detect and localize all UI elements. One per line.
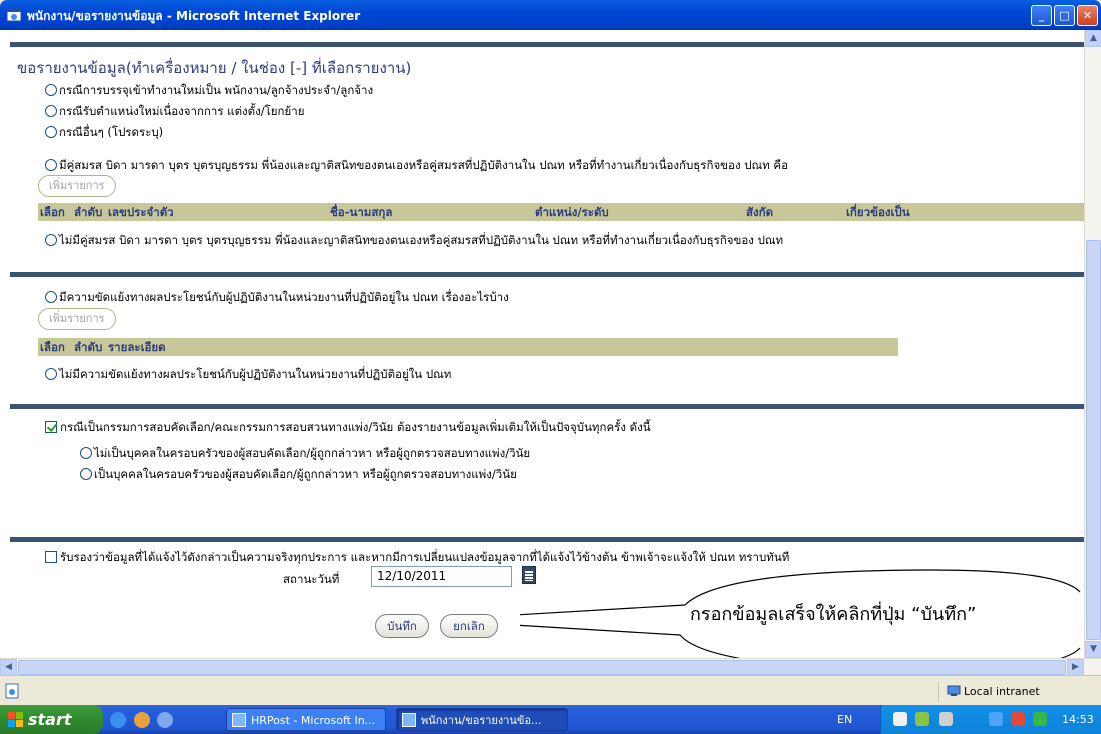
section-divider: [10, 537, 1084, 542]
ie-icon: [6, 8, 22, 22]
option-not-family[interactable]: ไม่เป็นบุคคลในครอบครัวของผู้สอบคัดเลือก/…: [80, 445, 530, 463]
option-no-conflict[interactable]: ไม่มีความขัดแย้งทางผลประโยชน์กับผู้ปฏิบั…: [45, 366, 451, 384]
tray-alert-icon[interactable]: [1011, 712, 1025, 726]
section-divider: [10, 42, 1084, 47]
page-heading: ขอรายงานข้อมูล(ทำเครื่องหมาย / ในช่อง [-…: [17, 59, 412, 77]
tray-monitor-icon[interactable]: [1033, 712, 1047, 726]
option-new-position[interactable]: กรณีรับตำแหน่งใหม่เนื่องจากการ แต่งตั้ง/…: [45, 103, 304, 121]
title-bar: พนักงาน/ขอรายงานข้อมูล - Microsoft Inter…: [0, 0, 1101, 30]
option-committee[interactable]: กรณีเป็นกรรมการสอบคัดเลือก/คณะกรรมการสอบ…: [45, 419, 651, 437]
system-tray: EN 14:53: [837, 705, 1101, 734]
committee-checkbox[interactable]: [45, 421, 57, 433]
scroll-up-arrow-icon[interactable]: ▲: [1085, 30, 1101, 47]
option-has-conflict[interactable]: มีความขัดแย้งทางผลประโยชน์กับผู้ปฏิบัติง…: [45, 289, 509, 307]
maximize-button[interactable]: □: [1054, 5, 1075, 26]
col-select: เลือก: [40, 205, 65, 219]
radio-no-relatives[interactable]: [45, 234, 57, 246]
col-department: สังกัด: [746, 205, 774, 219]
quick-launch: [110, 712, 177, 731]
page-viewport: ขอรายงานข้อมูล(ทำเครื่องหมาย / ในช่อง [-…: [0, 30, 1084, 658]
window-title: พนักงาน/ขอรายงานข้อมูล - Microsoft Inter…: [27, 9, 361, 23]
section-divider: [10, 272, 1084, 277]
status-date-input[interactable]: 12/10/2011: [371, 566, 512, 587]
calendar-icon[interactable]: [522, 566, 536, 584]
status-date-label: สถานะวันที่: [283, 572, 340, 586]
task-employee-report[interactable]: พนักงาน/ขอรายงานข้อ...: [396, 708, 568, 731]
radio-not-family[interactable]: [80, 447, 92, 459]
col-fullname: ชื่อ-นามสกุล: [330, 205, 393, 219]
option-certify[interactable]: รับรองว่าข้อมูลที่ได้แจ้งไว้ดังกล่าวเป็น…: [45, 549, 789, 567]
radio-other[interactable]: [45, 126, 57, 138]
browser-quicklaunch-icon[interactable]: [133, 712, 150, 728]
col-relation: เกี่ยวข้องเป็น: [846, 205, 910, 219]
add-relative-button[interactable]: เพิ่มรายการ: [38, 175, 116, 197]
status-bar: Local intranet: [0, 675, 1101, 705]
radio-no-conflict[interactable]: [45, 368, 57, 380]
clock: 14:53: [1062, 713, 1094, 726]
add-conflict-button[interactable]: เพิ่มรายการ: [38, 308, 116, 330]
relatives-table-header: เลือก ลำดับ เลขประจำตัว ชื่อ-นามสกุล ตำแ…: [38, 203, 1084, 221]
horizontal-scrollbar[interactable]: ◀ ▶: [0, 658, 1101, 676]
minimize-button[interactable]: _: [1031, 5, 1052, 26]
tray-status-icon[interactable]: [989, 712, 1003, 726]
vertical-scroll-thumb[interactable]: [1086, 240, 1101, 640]
radio-has-conflict[interactable]: [45, 291, 57, 303]
taskbar: start HRPost - Microsoft In... พนักงาน/ข…: [0, 705, 1101, 734]
col-detail: รายละเอียด: [108, 340, 166, 354]
close-button[interactable]: ✕: [1077, 5, 1098, 26]
tray-volume-icon[interactable]: [939, 712, 953, 726]
scroll-right-arrow-icon[interactable]: ▶: [1067, 659, 1084, 676]
radio-is-family[interactable]: [80, 468, 92, 480]
intranet-icon: [947, 685, 961, 696]
horizontal-scroll-thumb[interactable]: [18, 660, 1066, 675]
section-divider: [10, 404, 1084, 409]
cancel-button[interactable]: ยกเลิก: [440, 614, 498, 638]
option-is-family[interactable]: เป็นบุคคลในครอบครัวของผู้สอบคัดเลือก/ผู้…: [80, 466, 517, 484]
ie-quicklaunch-icon[interactable]: [110, 712, 126, 728]
security-zone: Local intranet: [938, 682, 1098, 702]
scroll-left-arrow-icon[interactable]: ◀: [0, 659, 17, 676]
col-employee-id: เลขประจำตัว: [108, 205, 174, 219]
save-button[interactable]: บันทึก: [375, 614, 429, 638]
col-select: เลือก: [40, 340, 65, 354]
page-icon: [5, 683, 19, 699]
radio-new-position[interactable]: [45, 105, 57, 117]
radio-has-relatives[interactable]: [45, 159, 57, 171]
start-button[interactable]: start: [0, 705, 103, 734]
conflict-table-header: เลือก ลำดับ รายละเอียด: [38, 338, 898, 356]
option-has-relatives[interactable]: มีคู่สมรส บิดา มารดา บุตร บุตรบุญธรรม พี…: [45, 157, 788, 175]
radio-new-hire[interactable]: [45, 84, 57, 96]
certify-checkbox[interactable]: [45, 551, 57, 563]
option-other[interactable]: กรณีอื่นๆ (โปรดระบุ): [45, 124, 163, 142]
callout-text: กรอกข้อมูลเสร็จให้คลิกที่ปุ่ม “บันทึก”: [690, 604, 977, 625]
task-hrpost[interactable]: HRPost - Microsoft In...: [226, 708, 386, 731]
scroll-down-arrow-icon[interactable]: ▼: [1085, 641, 1101, 658]
windows-flag-icon: [8, 712, 23, 727]
option-no-relatives[interactable]: ไม่มีคู่สมรส บิดา มารดา บุตร บุตรบุญธรรม…: [45, 232, 783, 250]
tray-app-icon[interactable]: [893, 712, 907, 726]
desktop-quicklaunch-icon[interactable]: [157, 712, 173, 728]
col-order: ลำดับ: [74, 205, 103, 219]
tray-network-icon[interactable]: [915, 712, 929, 726]
language-indicator[interactable]: EN: [837, 713, 852, 726]
col-position: ตำแหน่ง/ระดับ: [535, 205, 609, 219]
col-order: ลำดับ: [74, 340, 103, 354]
ie-window-icon: [402, 713, 416, 727]
vertical-scrollbar[interactable]: ▲ ▼: [1084, 30, 1101, 658]
option-new-hire[interactable]: กรณีการบรรจุเข้าทำงานใหม่เป็น พนักงาน/ลู…: [45, 82, 373, 100]
ie-window-icon: [232, 713, 246, 727]
